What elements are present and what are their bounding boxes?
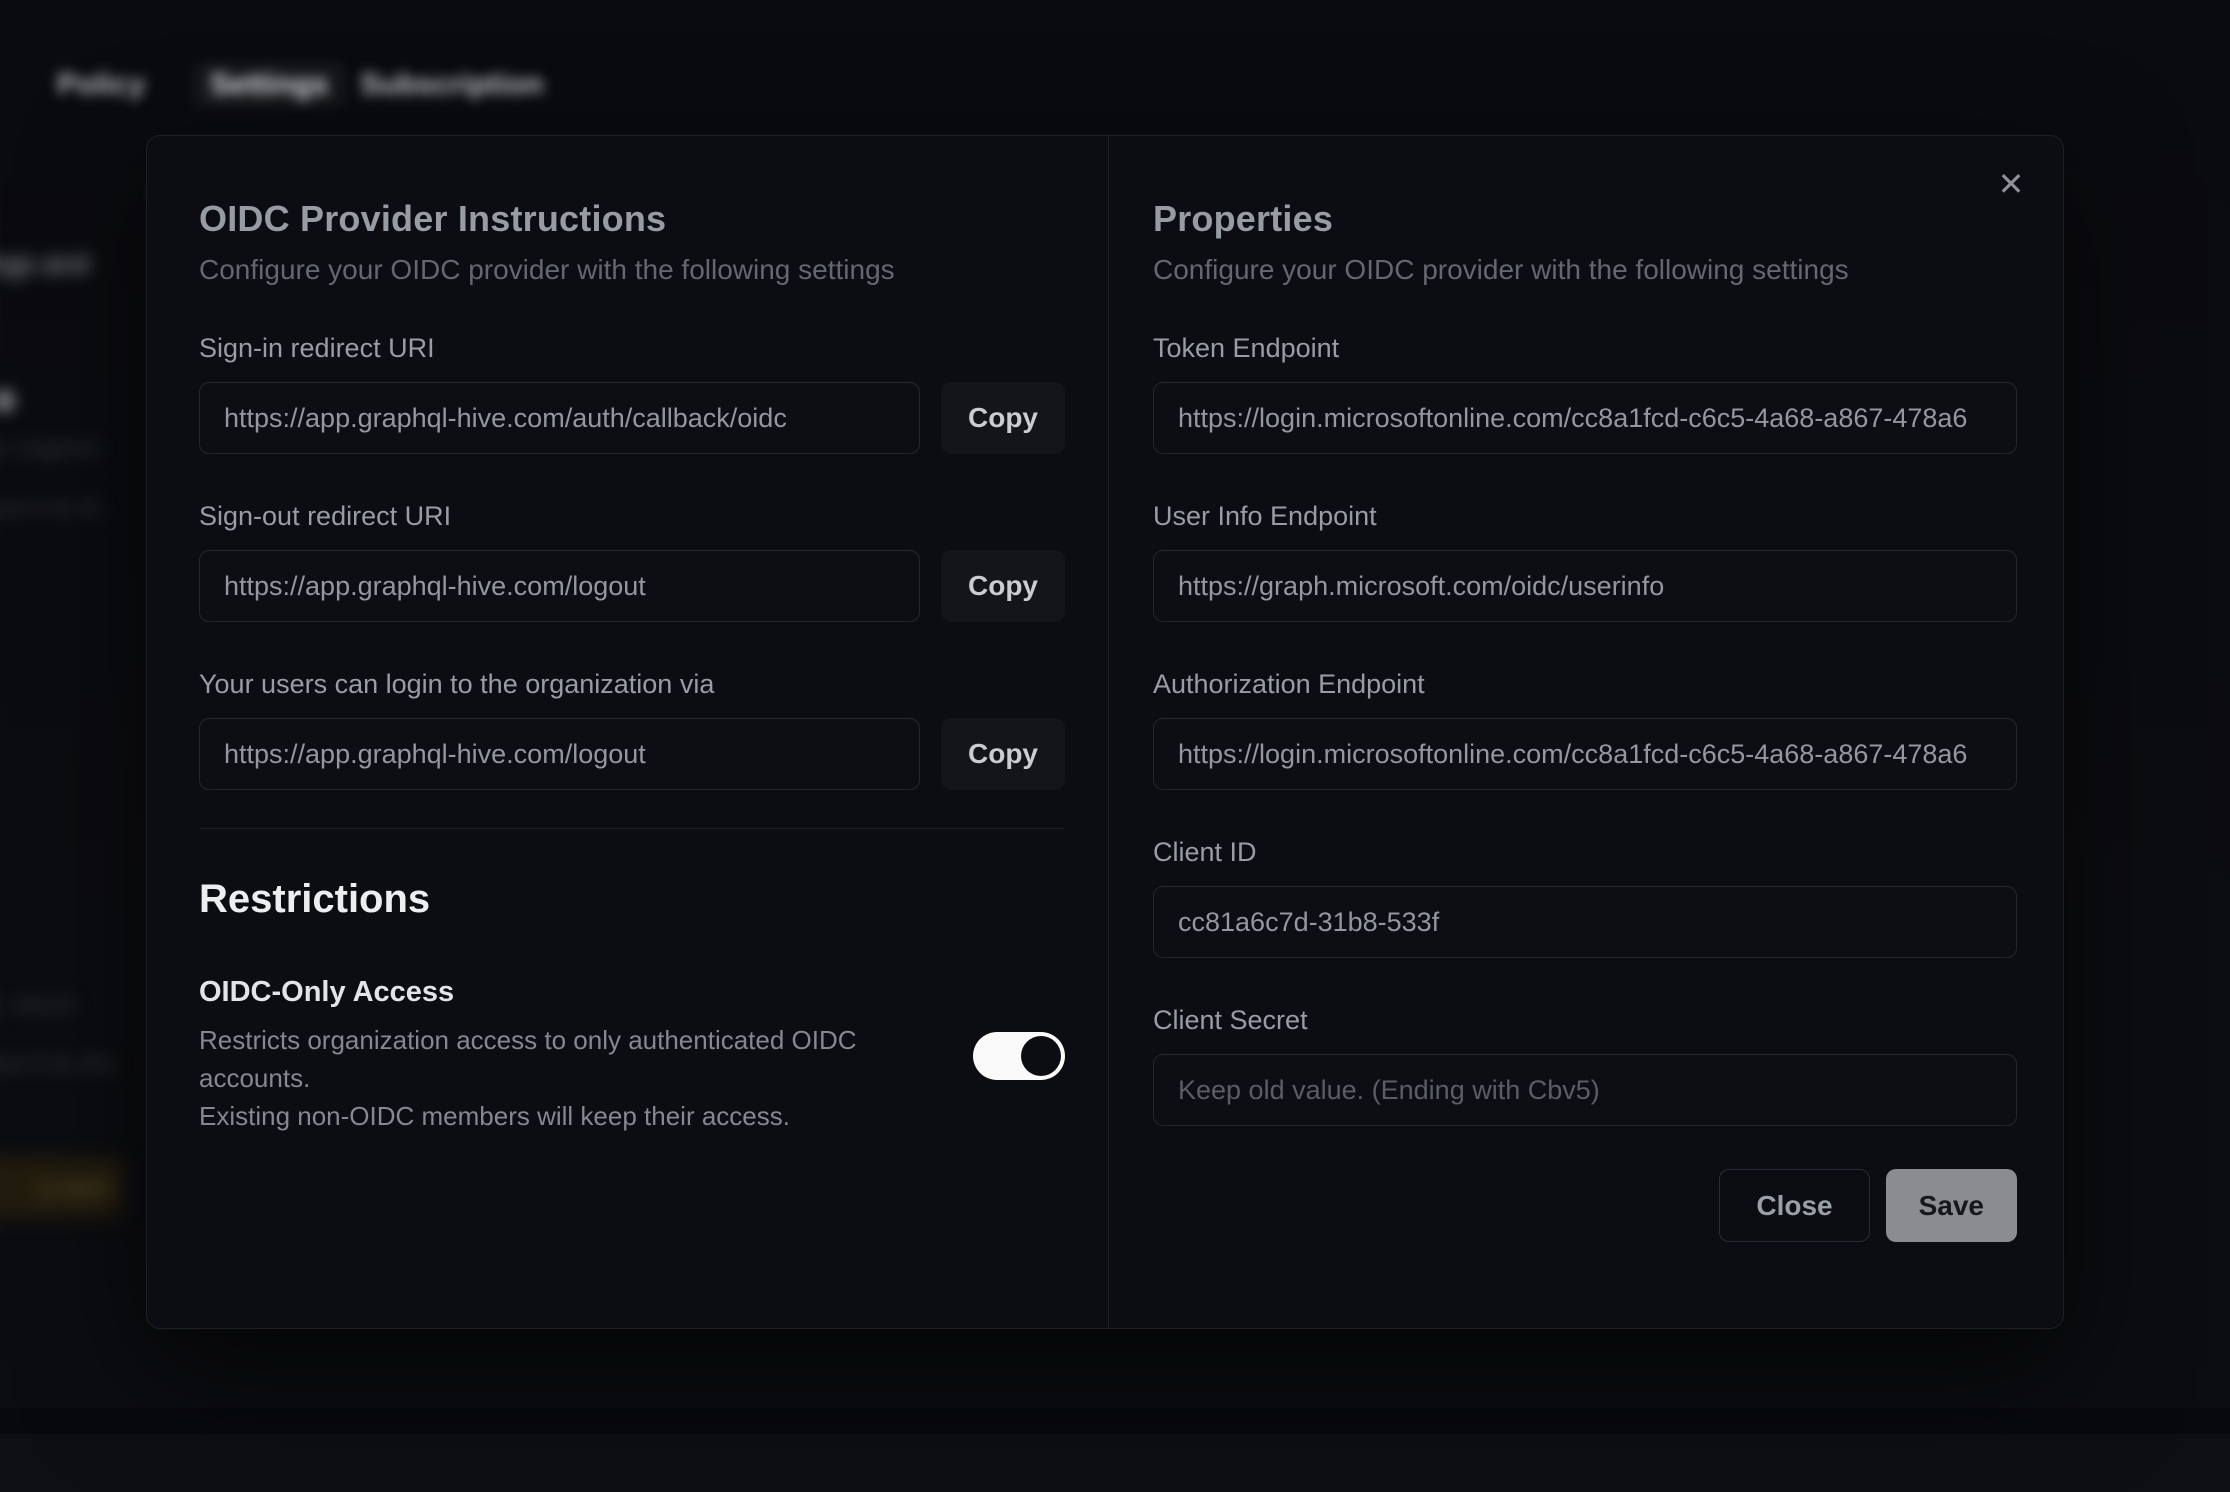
- section-divider: [199, 828, 1065, 829]
- userinfo-endpoint-field: User Info Endpoint: [1153, 501, 2017, 622]
- client-secret-label: Client Secret: [1153, 1005, 2017, 1036]
- login-via-input[interactable]: [199, 718, 920, 790]
- signin-redirect-field: Sign-in redirect URI Copy: [199, 333, 1065, 454]
- oidc-only-access-row: OIDC-Only Access Restricts organization …: [199, 976, 1065, 1135]
- copy-button[interactable]: Copy: [941, 718, 1065, 790]
- description-line-2: Existing non-OIDC members will keep thei…: [199, 1101, 790, 1131]
- token-endpoint-input[interactable]: [1153, 382, 2017, 454]
- signin-redirect-input[interactable]: [199, 382, 920, 454]
- description-line-1: Restricts organization access to only au…: [199, 1025, 857, 1093]
- tab-policy[interactable]: Policy: [57, 68, 145, 102]
- client-id-input[interactable]: [1153, 886, 2017, 958]
- toggle-thumb: [1021, 1036, 1061, 1076]
- authorization-endpoint-label: Authorization Endpoint: [1153, 669, 2017, 700]
- blurred-background-text: ttings and: [0, 248, 89, 280]
- oidc-settings-dialog: ✕ OIDC Provider Instructions Configure y…: [146, 135, 2064, 1329]
- backdrop-footer-area: [0, 1434, 2230, 1492]
- client-id-label: Client ID: [1153, 837, 2017, 868]
- properties-title: Properties: [1153, 198, 2017, 240]
- userinfo-endpoint-input[interactable]: [1153, 550, 2017, 622]
- tab-settings[interactable]: Settings: [192, 62, 346, 108]
- background-tab-bar: Policy Settings Subscription: [0, 68, 900, 120]
- blurred-background-text: IDs, secre: [0, 988, 77, 1019]
- token-endpoint-field: Token Endpoint: [1153, 333, 2017, 454]
- signout-redirect-label: Sign-out redirect URI: [199, 501, 1065, 532]
- blurred-background-text: about it to th: [0, 492, 103, 523]
- oidc-only-access-description: Restricts organization access to only au…: [199, 1021, 899, 1135]
- instructions-subtitle: Configure your OIDC provider with the fo…: [199, 254, 1065, 286]
- signin-redirect-label: Sign-in redirect URI: [199, 333, 1065, 364]
- backdrop-band: [0, 1408, 2230, 1434]
- signout-redirect-input[interactable]: [199, 550, 920, 622]
- userinfo-endpoint-label: User Info Endpoint: [1153, 501, 2017, 532]
- restrictions-title: Restrictions: [199, 877, 1065, 922]
- oidc-only-access-texts: OIDC-Only Access Restricts organization …: [199, 976, 899, 1135]
- properties-subtitle: Configure your OIDC provider with the fo…: [1153, 254, 2017, 286]
- token-endpoint-label: Token Endpoint: [1153, 333, 2017, 364]
- save-button[interactable]: Save: [1886, 1169, 2017, 1242]
- authorization-endpoint-field: Authorization Endpoint: [1153, 669, 2017, 790]
- properties-column: Properties Configure your OIDC provider …: [1153, 198, 2017, 1242]
- tab-subscription[interactable]: Subscription: [360, 68, 543, 102]
- instructions-column: OIDC Provider Instructions Configure you…: [199, 198, 1065, 1135]
- column-divider: [1108, 136, 1109, 1328]
- dialog-actions: Close Save: [1153, 1169, 2017, 1242]
- login-via-label: Your users can login to the organization…: [199, 669, 1065, 700]
- copy-button[interactable]: Copy: [941, 382, 1065, 454]
- copy-button[interactable]: Copy: [941, 550, 1065, 622]
- client-secret-input[interactable]: [1153, 1054, 2017, 1126]
- login-via-field: Your users can login to the organization…: [199, 669, 1065, 790]
- authorization-endpoint-input[interactable]: [1153, 718, 2017, 790]
- client-secret-field: Client Secret: [1153, 1005, 2017, 1126]
- close-button[interactable]: Close: [1719, 1169, 1869, 1242]
- blurred-background-text: your organiz: [0, 432, 103, 463]
- blurred-background-text: about it to the: [0, 1048, 118, 1079]
- blurred-background-button: s card: [0, 1156, 124, 1218]
- oidc-only-access-label: OIDC-Only Access: [199, 976, 899, 1009]
- signout-redirect-field: Sign-out redirect URI Copy: [199, 501, 1065, 622]
- oidc-only-access-toggle[interactable]: [973, 1032, 1065, 1080]
- client-id-field: Client ID: [1153, 837, 2017, 958]
- instructions-title: OIDC Provider Instructions: [199, 198, 1065, 240]
